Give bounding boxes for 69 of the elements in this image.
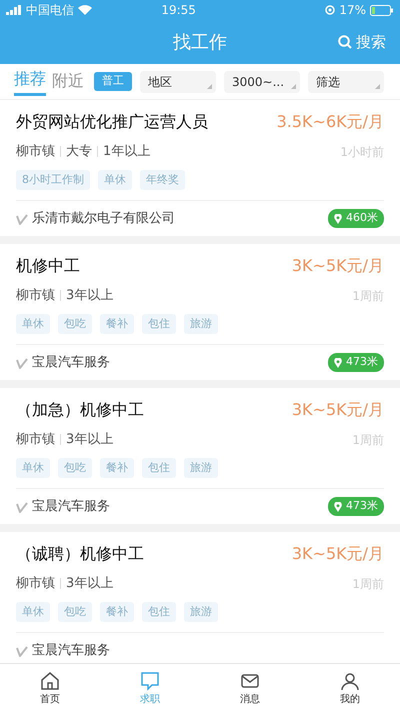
job-requirement: 3年以上 [66,287,114,305]
battery-percent: 17% [339,2,366,19]
benefit-tag: 包吃 [58,458,92,478]
distance-badge: 473米 [328,353,384,372]
lock-rotation-icon [325,5,336,15]
benefit-tag: 8小时工作制 [16,170,90,190]
benefit-tag: 单休 [16,458,50,478]
benefit-tag: 旅游 [184,314,218,334]
benefit-tag: 包吃 [58,314,92,334]
benefit-tag: 旅游 [184,602,218,622]
status-time: 19:55 [160,2,197,19]
company-name: 乐清市戴尔电子有限公司 [32,210,175,228]
job-requirement: 3年以上 [66,575,114,593]
salary: 3K~5K元/月 [292,543,384,565]
benefit-tag: 餐补 [100,602,134,622]
signal-icon [6,5,22,15]
location-pin-icon [334,502,342,512]
salary: 3K~5K元/月 [292,255,384,277]
filter-dropdown[interactable]: 3000~... [224,70,300,92]
page-title: 找工作 [173,30,227,54]
corner-triangle-icon [206,84,212,88]
job-requirement: 柳市镇 [16,575,55,593]
tab-bar-item[interactable]: 首页 [0,664,100,711]
benefit-tag: 餐补 [100,458,134,478]
benefit-tag: 单休 [16,602,50,622]
location-pin-icon [334,358,342,368]
job-requirement: 3年以上 [66,431,114,449]
distance-badge: 473米 [328,497,384,516]
verified-icon [16,356,28,368]
job-title: 外贸网站优化推广运营人员 [16,111,208,133]
company-name: 宝晨汽车服务 [32,498,110,516]
carrier-name: 中国电信 [26,2,74,19]
verified-icon [16,500,28,512]
benefit-tag: 包住 [142,602,176,622]
chat-bubble-icon [139,670,161,692]
job-requirement: 1年以上 [103,143,150,161]
benefit-tag: 年终奖 [140,170,185,190]
corner-triangle-icon [291,84,296,88]
verified-icon [16,212,28,224]
verified-icon [16,644,28,656]
salary: 3K~5K元/月 [292,399,384,421]
salary: 3.5K~6K元/月 [276,111,384,133]
tab-bar-item[interactable]: 消息 [200,664,300,711]
benefit-tag: 旅游 [184,458,218,478]
job-requirement: 柳市镇 [16,143,55,161]
benefit-tag: 包住 [142,314,176,334]
company-name: 宝晨汽车服务 [32,354,110,372]
home-icon [39,670,61,692]
wifi-icon [78,5,92,15]
filter-dropdown[interactable]: 地区 [140,70,216,92]
job-requirement: 柳市镇 [16,431,55,449]
location-pin-icon [334,214,342,224]
benefit-tag: 包住 [142,458,176,478]
search-icon [338,35,352,50]
job-title: （诚聘）机修中工 [16,543,144,565]
job-requirement: 大专 [66,143,92,161]
job-requirement: 柳市镇 [16,287,55,305]
benefit-tag: 单休 [98,170,132,190]
battery-icon [370,4,394,16]
corner-triangle-icon [375,84,380,88]
tab-bar-item[interactable]: 我的 [300,664,400,711]
filter-dropdown[interactable]: 筛选 [308,70,384,92]
benefit-tag: 包吃 [58,602,92,622]
benefit-tag: 餐补 [100,314,134,334]
distance-badge: 460米 [328,209,384,228]
benefit-tag: 单休 [16,314,50,334]
job-title: （加急）机修中工 [16,399,144,421]
job-title: 机修中工 [16,255,80,277]
company-name: 宝晨汽车服务 [32,642,110,660]
